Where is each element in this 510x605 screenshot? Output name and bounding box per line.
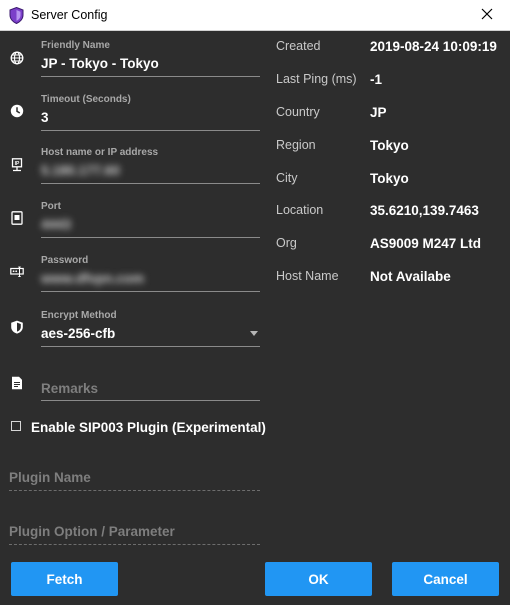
encrypt-method-underline [41,346,260,347]
close-button[interactable] [464,0,510,31]
info-value-created: 2019-08-24 10:09:19 [370,39,497,54]
title-bar: Server Config [0,0,510,31]
password-key-icon [10,265,24,279]
close-icon [481,7,493,25]
svg-text:IP: IP [15,161,20,167]
password-input[interactable]: www.dfvpn.com [41,271,144,286]
encrypt-method-label: Encrypt Method [41,310,117,321]
remarks-underline [41,400,260,401]
app-shield-icon [9,6,24,25]
info-value-org: AS9009 M247 Ltd [370,236,482,251]
port-input[interactable]: 4443 [41,217,71,232]
info-value-city: Tokyo [370,171,409,186]
document-icon [10,376,24,390]
info-value-country: JP [370,105,387,120]
plugin-option-underline [9,544,260,545]
friendly-name-underline [41,76,260,77]
window-title: Server Config [31,8,108,22]
plugin-name-underline [9,490,260,491]
info-label-host-name: Host Name [276,269,339,283]
plugin-name-input[interactable]: Plugin Name [9,470,91,485]
timeout-input[interactable]: 3 [41,110,49,125]
cancel-button[interactable]: Cancel [392,562,499,596]
info-value-host-name: Not Availabe [370,269,451,284]
password-underline [41,291,260,292]
info-label-city: City [276,171,298,185]
enable-plugin-label[interactable]: Enable SIP003 Plugin (Experimental) [31,420,266,435]
port-underline [41,237,260,238]
info-label-last-ping: Last Ping (ms) [276,72,357,86]
host-label: Host name or IP address [41,147,159,158]
clock-icon [10,104,24,118]
remarks-input[interactable]: Remarks [41,381,98,396]
port-icon [10,211,24,225]
encrypt-method-select[interactable]: aes-256-cfb [41,326,115,341]
chevron-down-icon[interactable] [250,331,258,336]
globe-icon [10,51,24,65]
info-label-org: Org [276,236,297,250]
info-label-region: Region [276,138,316,152]
info-label-location: Location [276,203,324,217]
friendly-name-input[interactable]: JP - Tokyo - Tokyo [41,56,159,71]
host-input[interactable]: 5.180.177.60 [41,163,120,178]
ip-address-icon: IP [10,158,24,172]
enable-plugin-checkbox[interactable] [11,421,21,431]
password-label: Password [41,255,89,266]
shield-icon [10,320,24,334]
fetch-button[interactable]: Fetch [11,562,118,596]
host-underline [41,183,260,184]
timeout-underline [41,130,260,131]
info-label-country: Country [276,105,320,119]
info-value-last-ping: -1 [370,72,383,87]
plugin-option-input[interactable]: Plugin Option / Parameter [9,524,175,539]
server-config-form: Friendly Name JP - Tokyo - Tokyo Timeout… [0,31,510,605]
port-label: Port [41,201,61,212]
info-value-region: Tokyo [370,138,409,153]
friendly-name-label: Friendly Name [41,40,110,51]
timeout-label: Timeout (Seconds) [41,94,131,105]
info-value-location: 35.6210,139.7463 [370,203,479,218]
info-label-created: Created [276,39,321,53]
ok-button[interactable]: OK [265,562,372,596]
